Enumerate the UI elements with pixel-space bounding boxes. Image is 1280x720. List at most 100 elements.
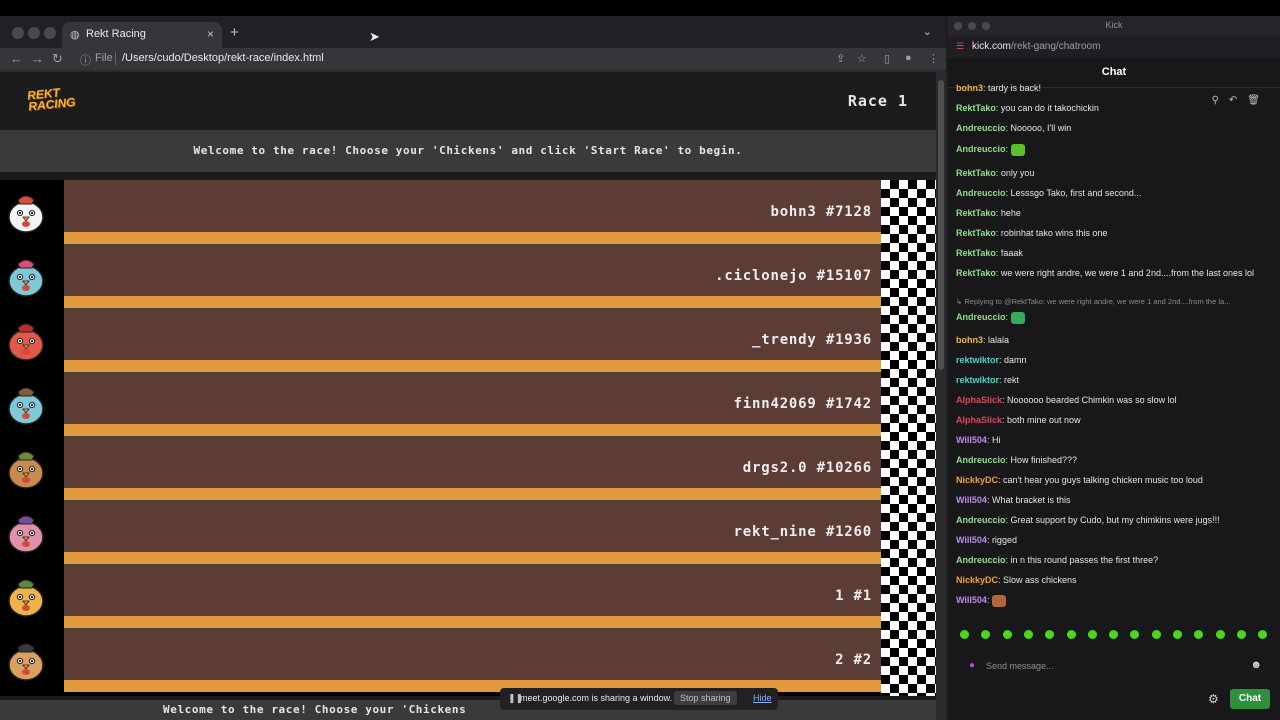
back-icon[interactable]: ← (10, 51, 23, 66)
quick-emote-icon[interactable] (960, 630, 969, 639)
reload-icon[interactable]: ↻ (52, 51, 63, 67)
gear-icon[interactable]: ⚙ (1208, 692, 1219, 706)
chicken-icon[interactable] (4, 638, 48, 682)
chat-username[interactable]: Will504 (956, 435, 987, 445)
chat-message[interactable]: rektwiktor: damn (956, 354, 1270, 367)
quick-emote-icon[interactable] (1045, 630, 1055, 639)
chat-username[interactable]: RektTako (956, 208, 996, 218)
chat-username[interactable]: RektTako (956, 268, 996, 278)
chat-username[interactable]: AlphaSlick (956, 395, 1002, 405)
chat-username[interactable]: Andreuccio (956, 123, 1006, 133)
forward-icon[interactable]: → (31, 51, 44, 66)
chat-username[interactable]: bohn3 (956, 335, 983, 345)
chat-message[interactable]: Will504: What bracket is this (956, 494, 1270, 507)
quick-emote-icon[interactable] (1087, 630, 1097, 639)
chat-username[interactable]: Will504 (956, 535, 987, 545)
scrollbar-thumb[interactable] (938, 80, 944, 370)
quick-emote-icon[interactable] (1236, 630, 1246, 639)
window-minimize-control[interactable] (28, 27, 40, 39)
stop-sharing-button[interactable]: Stop sharing (674, 691, 737, 705)
chat-message[interactable]: bohn3: tardy is back! (956, 82, 1270, 95)
chat-message[interactable]: Will504: (956, 594, 1270, 607)
chicken-icon[interactable] (4, 574, 48, 618)
window-zoom-control[interactable] (44, 27, 56, 39)
chat-message[interactable]: Andreuccio: Great support by Cudo, but m… (956, 514, 1270, 527)
chat-message[interactable]: Will504: Hi (956, 434, 1270, 447)
chicken-icon[interactable] (4, 382, 48, 426)
chat-message[interactable]: RektTako: faaak (956, 247, 1270, 260)
chat-username[interactable]: NickkyDC (956, 475, 998, 485)
quick-emote-icon[interactable] (1130, 630, 1140, 639)
trash-icon[interactable]: 🗑 (1247, 95, 1270, 106)
chat-username[interactable]: Andreuccio (956, 455, 1006, 465)
chat-message[interactable]: RektTako: robinhat tako wins this one (956, 227, 1270, 240)
tab-close-icon[interactable]: × (207, 27, 214, 41)
chat-send-button[interactable]: Chat (1230, 689, 1270, 709)
hide-link[interactable]: Hide (753, 693, 772, 703)
chat-message[interactable]: bohn3: lalala (956, 334, 1270, 347)
chicken-icon[interactable] (4, 446, 48, 490)
chat-message[interactable]: AlphaSlick: both mine out now (956, 414, 1270, 427)
chat-message[interactable]: NickkyDC: Slow ass chickens (956, 574, 1270, 587)
chat-message[interactable]: rektwiktor: rekt (956, 374, 1270, 387)
chat-username[interactable]: Andreuccio (956, 555, 1006, 565)
bookmark-star-icon[interactable]: ☆ (857, 52, 867, 65)
chicken-icon[interactable] (4, 318, 48, 362)
chat-message[interactable]: AlphaSlick: Noooooo bearded Chimkin was … (956, 394, 1270, 407)
profile-icon[interactable]: ● (905, 52, 912, 64)
url-field[interactable]: /Users/cudo/Desktop/rekt-race/index.html (122, 52, 324, 64)
chat-username[interactable]: Andreuccio (956, 515, 1006, 525)
chat-username[interactable]: rektwiktor (956, 355, 999, 365)
quick-emote-icon[interactable] (1258, 630, 1268, 639)
side-panel-icon[interactable]: ▯ (884, 52, 890, 65)
chat-message[interactable]: RektTako: hehe (956, 207, 1270, 220)
chicken-icon[interactable] (4, 510, 48, 554)
tune-icon[interactable]: ☰ (956, 41, 964, 52)
chat-message[interactable]: RektTako: only you (956, 167, 1270, 180)
chat-message[interactable]: Andreuccio: Nooooo, I'll win (956, 122, 1270, 135)
kick-url[interactable]: kick.com/rekt-gang/chatroom (972, 41, 1100, 52)
chat-message[interactable]: Andreuccio: (956, 143, 1270, 156)
chat-username[interactable]: RektTako (956, 248, 996, 258)
chat-username[interactable]: RektTako (956, 228, 996, 238)
info-icon[interactable]: ⓘ (80, 52, 91, 68)
chat-username[interactable]: RektTako (956, 103, 996, 113)
undo-icon[interactable]: ↶ (1229, 95, 1247, 106)
share-icon[interactable]: ⇪ (836, 52, 845, 65)
chat-username[interactable]: AlphaSlick (956, 415, 1002, 425)
quick-emote-icon[interactable] (1151, 630, 1161, 639)
chat-message[interactable]: Andreuccio: How finished??? (956, 454, 1270, 467)
chat-username[interactable]: Andreuccio (956, 188, 1006, 198)
tab-rekt-racing[interactable]: ◍ Rekt Racing × (62, 22, 222, 48)
pin-icon[interactable]: ⚲ (1212, 95, 1229, 106)
chat-username[interactable]: Will504 (956, 495, 987, 505)
chat-username[interactable]: rektwiktor (956, 375, 999, 385)
new-tab-icon[interactable]: + (230, 24, 239, 41)
quick-emote-icon[interactable] (1109, 630, 1119, 639)
quick-emote-icon[interactable] (1066, 630, 1076, 639)
quick-emote-icon[interactable] (1023, 630, 1033, 639)
emoji-icon[interactable]: ☻ (1250, 659, 1262, 671)
chat-message[interactable]: Will504: rigged (956, 534, 1270, 547)
chat-message[interactable]: Andreuccio: (956, 311, 1270, 324)
chat-message[interactable]: Andreuccio: Lesssgo Tako, first and seco… (956, 187, 1270, 200)
chat-username[interactable]: Andreuccio (956, 312, 1006, 322)
window-close-control[interactable] (12, 27, 24, 39)
quick-emote-icon[interactable] (1002, 630, 1012, 639)
chat-username[interactable]: Will504 (956, 595, 987, 605)
chat-username[interactable]: bohn3 (956, 83, 983, 93)
menu-kebab-icon[interactable]: ⋮ (928, 52, 939, 65)
mic-icon[interactable]: ● (969, 660, 975, 671)
chat-message[interactable]: RektTako: we were right andre, we were 1… (956, 267, 1270, 280)
quick-emote-icon[interactable] (1215, 630, 1225, 639)
chat-input[interactable]: ● Send message... ☻ (964, 654, 1264, 678)
tab-search-icon[interactable]: ⌄ (923, 25, 932, 38)
page-scrollbar[interactable] (936, 72, 946, 720)
quick-emote-icon[interactable] (1194, 630, 1204, 639)
quick-emote-icon[interactable] (1173, 630, 1182, 639)
chat-username[interactable]: NickkyDC (956, 575, 998, 585)
chat-username[interactable]: Andreuccio (956, 144, 1006, 154)
chat-message[interactable]: Andreuccio: in n this round passes the f… (956, 554, 1270, 567)
chat-username[interactable]: RektTako (956, 168, 996, 178)
quick-emote-icon[interactable] (981, 630, 991, 639)
